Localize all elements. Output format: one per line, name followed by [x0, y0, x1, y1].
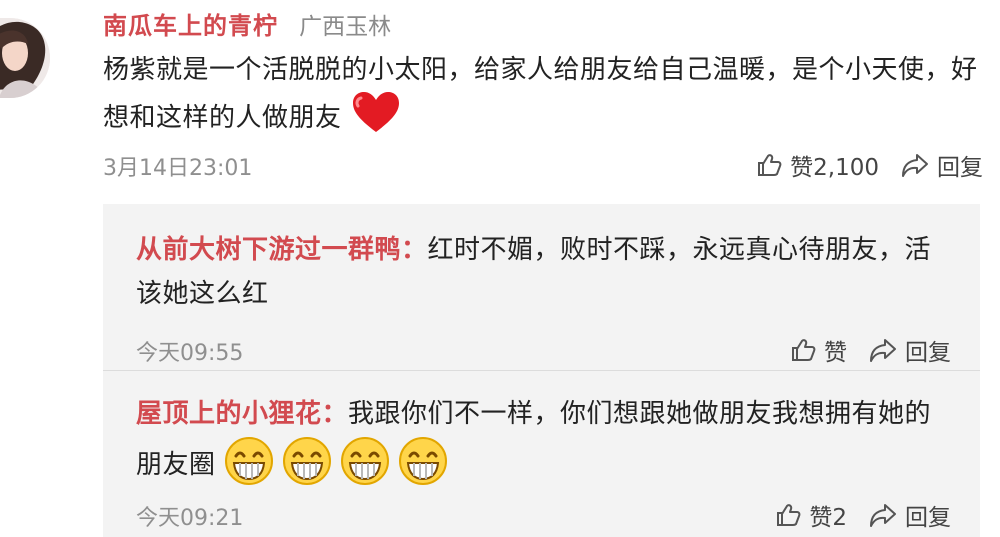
comment-header: 南瓜车上的青柠 广西玉林 — [103, 6, 391, 41]
reply-reply-button[interactable]: 回复 — [869, 498, 951, 532]
comment-meta: 3月14日23:01 赞2,100 回复 — [103, 150, 983, 182]
comment-body: 杨紫就是一个活脱脱的小太阳，给家人给朋友给自己温暖，是个小天使，好想和这样的人做… — [103, 48, 988, 148]
reply-button[interactable]: 回复 — [901, 148, 983, 182]
reply-divider — [103, 370, 980, 371]
reply-meta: 今天09:21 赞2 回复 — [136, 500, 951, 532]
comment-text: 杨紫就是一个活脱脱的小太阳，给家人给朋友给自己温暖，是个小天使，好想和这样的人做… — [103, 55, 978, 133]
reply-like-button[interactable]: 赞2 — [775, 498, 847, 532]
reply-separator: ： — [321, 399, 349, 429]
reply-item: 从前大树下游过一群鸭：红时不媚，败时不踩，永远真心待朋友，活该她这么红 今天09… — [136, 228, 956, 366]
share-arrow-icon — [902, 154, 928, 177]
reply-reply-button[interactable]: 回复 — [869, 333, 951, 367]
reply-time: 今天09:55 — [136, 341, 244, 366]
reply-actions: 赞 回复 — [790, 333, 951, 367]
red-heart-emoji — [352, 92, 400, 148]
like-button[interactable]: 赞2,100 — [756, 148, 879, 182]
reply-list: 从前大树下游过一群鸭：红时不媚，败时不踩，永远真心待朋友，活该她这么红 今天09… — [103, 204, 980, 537]
thumbs-up-icon — [777, 504, 801, 526]
grinning-emoji — [224, 436, 274, 486]
grinning-emoji — [340, 436, 390, 486]
comment-time: 3月14日23:01 — [103, 156, 253, 181]
comment-location: 广西玉林 — [299, 14, 392, 40]
grinning-emoji — [398, 436, 448, 486]
reply-meta: 今天09:55 赞 回复 — [136, 335, 951, 367]
like-count: 赞2,100 — [790, 155, 879, 181]
reply-label: 回复 — [937, 155, 983, 181]
reply-item: 屋顶上的小狸花：我跟你们不一样，你们想跟她做朋友我想拥有她的朋友圈 今天09:2… — [136, 392, 956, 531]
comment-actions: 赞2,100 回复 — [756, 148, 983, 182]
reply-separator: ： — [401, 235, 428, 265]
reply-content: 屋顶上的小狸花：我跟你们不一样，你们想跟她做朋友我想拥有她的朋友圈 — [136, 392, 956, 487]
share-arrow-icon — [870, 339, 896, 362]
reply-like-count: 赞 — [824, 340, 847, 366]
reply-like-count: 赞2 — [809, 505, 847, 531]
comment-username[interactable]: 南瓜车上的青柠 — [103, 12, 278, 40]
reply-reply-label: 回复 — [905, 340, 951, 366]
reply-username[interactable]: 屋顶上的小狸花 — [136, 399, 322, 429]
reply-content: 从前大树下游过一群鸭：红时不媚，败时不踩，永远真心待朋友，活该她这么红 — [136, 228, 956, 316]
reply-actions: 赞2 回复 — [775, 498, 951, 532]
thumbs-up-icon — [792, 339, 816, 361]
reply-reply-label: 回复 — [905, 505, 951, 531]
grinning-emoji — [282, 436, 332, 486]
user-avatar[interactable] — [0, 18, 50, 98]
share-arrow-icon — [870, 504, 896, 527]
reply-username[interactable]: 从前大树下游过一群鸭 — [136, 235, 401, 265]
reply-like-button[interactable]: 赞 — [790, 333, 847, 367]
thumbs-up-icon — [758, 154, 782, 176]
reply-time: 今天09:21 — [136, 506, 244, 531]
